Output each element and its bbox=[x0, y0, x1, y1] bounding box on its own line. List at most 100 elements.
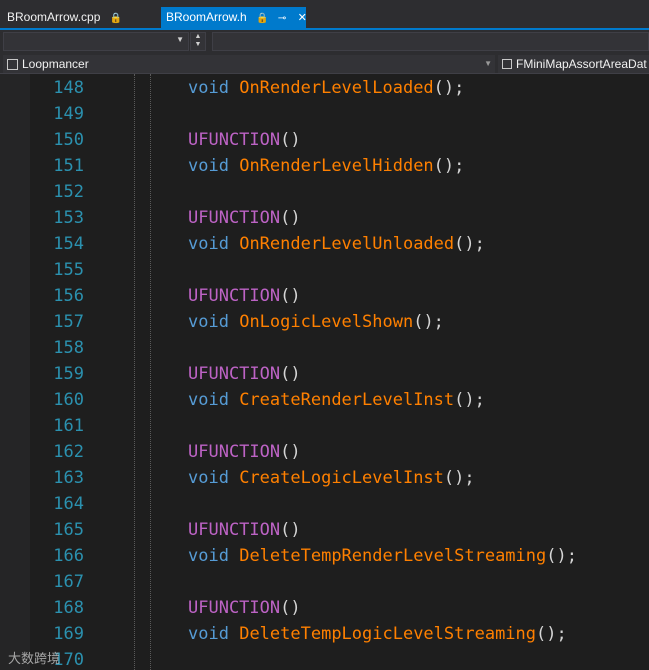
tab-strip: BRoomArrow.cpp 🔒 BRoomArrow.h 🔒 ⊸ ✕ bbox=[0, 0, 649, 28]
line-number: 167 bbox=[53, 572, 84, 592]
project-dropdown[interactable]: Loopmancer ▼ bbox=[3, 55, 495, 73]
line-number: 150 bbox=[53, 130, 84, 150]
function-name-token: OnRenderLevelLoaded bbox=[239, 78, 434, 98]
keyword-token: void bbox=[188, 78, 229, 98]
project-icon bbox=[7, 59, 18, 70]
code-line[interactable]: 163 void CreateLogicLevelInst(); bbox=[0, 465, 649, 491]
keyword-token: void bbox=[188, 312, 229, 332]
line-number: 158 bbox=[53, 338, 84, 358]
toolbar: ▼ ▲ ▼ bbox=[0, 30, 649, 54]
secondary-dropdown[interactable] bbox=[212, 32, 649, 51]
punctuation-token: (); bbox=[454, 234, 485, 254]
lock-icon: 🔒 bbox=[109, 13, 123, 24]
punctuation-token: (); bbox=[454, 390, 485, 410]
code-line[interactable]: 149 bbox=[0, 101, 649, 127]
line-number: 151 bbox=[53, 156, 84, 176]
code-line[interactable]: 158 bbox=[0, 335, 649, 361]
line-number: 153 bbox=[53, 208, 84, 228]
line-number: 160 bbox=[53, 390, 84, 410]
code-line[interactable]: 165 UFUNCTION() bbox=[0, 517, 649, 543]
code-line[interactable]: 157 void OnLogicLevelShown(); bbox=[0, 309, 649, 335]
line-number: 159 bbox=[53, 364, 84, 384]
punctuation-token: () bbox=[280, 598, 301, 618]
chevron-down-icon: ▼ bbox=[176, 35, 184, 44]
line-number: 156 bbox=[53, 286, 84, 306]
code-line[interactable]: 155 bbox=[0, 257, 649, 283]
line-number: 166 bbox=[53, 546, 84, 566]
navigation-bar: Loopmancer ▼ FMiniMapAssortAreaDat bbox=[0, 54, 649, 74]
punctuation-token: () bbox=[280, 364, 301, 384]
punctuation-token: () bbox=[280, 286, 301, 306]
keyword-token: void bbox=[188, 624, 229, 644]
spin-buttons[interactable]: ▲ ▼ bbox=[190, 32, 206, 51]
tab-label: BRoomArrow.h bbox=[166, 10, 247, 24]
punctuation-token: (); bbox=[546, 546, 577, 566]
line-number: 157 bbox=[53, 312, 84, 332]
punctuation-token: () bbox=[280, 442, 301, 462]
code-text: UFUNCTION() bbox=[188, 439, 301, 465]
line-number: 163 bbox=[53, 468, 84, 488]
code-text: void CreateLogicLevelInst(); bbox=[188, 465, 475, 491]
code-line[interactable]: 170 bbox=[0, 647, 649, 670]
code-line[interactable]: 150 UFUNCTION() bbox=[0, 127, 649, 153]
keyword-token: void bbox=[188, 390, 229, 410]
code-line[interactable]: 156 UFUNCTION() bbox=[0, 283, 649, 309]
context-dropdown[interactable]: ▼ bbox=[3, 32, 189, 51]
punctuation-token: () bbox=[280, 130, 301, 150]
code-line[interactable]: 152 bbox=[0, 179, 649, 205]
watermark-text: 大数跨境 bbox=[8, 651, 61, 666]
code-line[interactable]: 159 UFUNCTION() bbox=[0, 361, 649, 387]
line-number: 165 bbox=[53, 520, 84, 540]
code-text: void OnRenderLevelUnloaded(); bbox=[188, 231, 485, 257]
chevron-down-icon: ▼ bbox=[484, 59, 492, 68]
code-line[interactable]: 160 void CreateRenderLevelInst(); bbox=[0, 387, 649, 413]
code-line[interactable]: 166 void DeleteTempRenderLevelStreaming()… bbox=[0, 543, 649, 569]
code-text: void OnRenderLevelLoaded(); bbox=[188, 75, 464, 101]
tab-broomarrow-h[interactable]: BRoomArrow.h 🔒 ⊸ ✕ bbox=[161, 7, 307, 29]
pin-icon[interactable]: ⊸ bbox=[278, 8, 286, 29]
member-dropdown[interactable]: FMiniMapAssortAreaDat bbox=[498, 55, 649, 73]
code-text: void CreateRenderLevelInst(); bbox=[188, 387, 485, 413]
macro-token: UFUNCTION bbox=[188, 208, 281, 228]
code-line[interactable]: 154 void OnRenderLevelUnloaded(); bbox=[0, 231, 649, 257]
code-line[interactable]: 168 UFUNCTION() bbox=[0, 595, 649, 621]
close-icon[interactable]: ✕ bbox=[298, 8, 307, 29]
macro-token: UFUNCTION bbox=[188, 598, 281, 618]
macro-token: UFUNCTION bbox=[188, 286, 281, 306]
code-line[interactable]: 161 bbox=[0, 413, 649, 439]
punctuation-token: (); bbox=[433, 78, 465, 98]
code-text: void OnRenderLevelHidden(); bbox=[188, 153, 464, 179]
macro-token: UFUNCTION bbox=[188, 130, 281, 150]
punctuation-token: () bbox=[280, 208, 301, 228]
code-line[interactable]: 169 void DeleteTempLogicLevelStreaming(); bbox=[0, 621, 649, 647]
function-name-token: OnRenderLevelHidden bbox=[239, 156, 434, 176]
line-number: 149 bbox=[53, 104, 84, 124]
code-text: UFUNCTION() bbox=[188, 361, 301, 387]
line-number: 169 bbox=[53, 624, 84, 644]
code-editor[interactable]: 148 void OnRenderLevelLoaded(); 149 150 UFUN… bbox=[0, 74, 649, 670]
code-text: UFUNCTION() bbox=[188, 127, 301, 153]
keyword-token: void bbox=[188, 156, 229, 176]
code-text: UFUNCTION() bbox=[188, 205, 301, 231]
keyword-token: void bbox=[188, 234, 229, 254]
macro-token: UFUNCTION bbox=[188, 442, 281, 462]
tab-broomarrow-cpp[interactable]: BRoomArrow.cpp 🔒 bbox=[0, 7, 158, 28]
code-text: UFUNCTION() bbox=[188, 283, 301, 309]
project-label: Loopmancer bbox=[22, 57, 89, 71]
code-line[interactable]: 167 bbox=[0, 569, 649, 595]
code-line[interactable]: 164 bbox=[0, 491, 649, 517]
line-number: 154 bbox=[53, 234, 84, 254]
line-number: 168 bbox=[53, 598, 84, 618]
punctuation-token: (); bbox=[536, 624, 567, 644]
code-line[interactable]: 162 UFUNCTION() bbox=[0, 439, 649, 465]
code-line[interactable]: 148 void OnRenderLevelLoaded(); bbox=[0, 75, 649, 101]
code-line[interactable]: 151 void OnRenderLevelHidden(); bbox=[0, 153, 649, 179]
macro-token: UFUNCTION bbox=[188, 520, 281, 540]
keyword-token: void bbox=[188, 468, 229, 488]
function-name-token: OnLogicLevelShown bbox=[239, 312, 414, 332]
code-text: UFUNCTION() bbox=[188, 517, 301, 543]
punctuation-token: (); bbox=[443, 468, 475, 488]
tab-label: BRoomArrow.cpp bbox=[7, 10, 101, 24]
line-number: 152 bbox=[53, 182, 84, 202]
code-line[interactable]: 153 UFUNCTION() bbox=[0, 205, 649, 231]
